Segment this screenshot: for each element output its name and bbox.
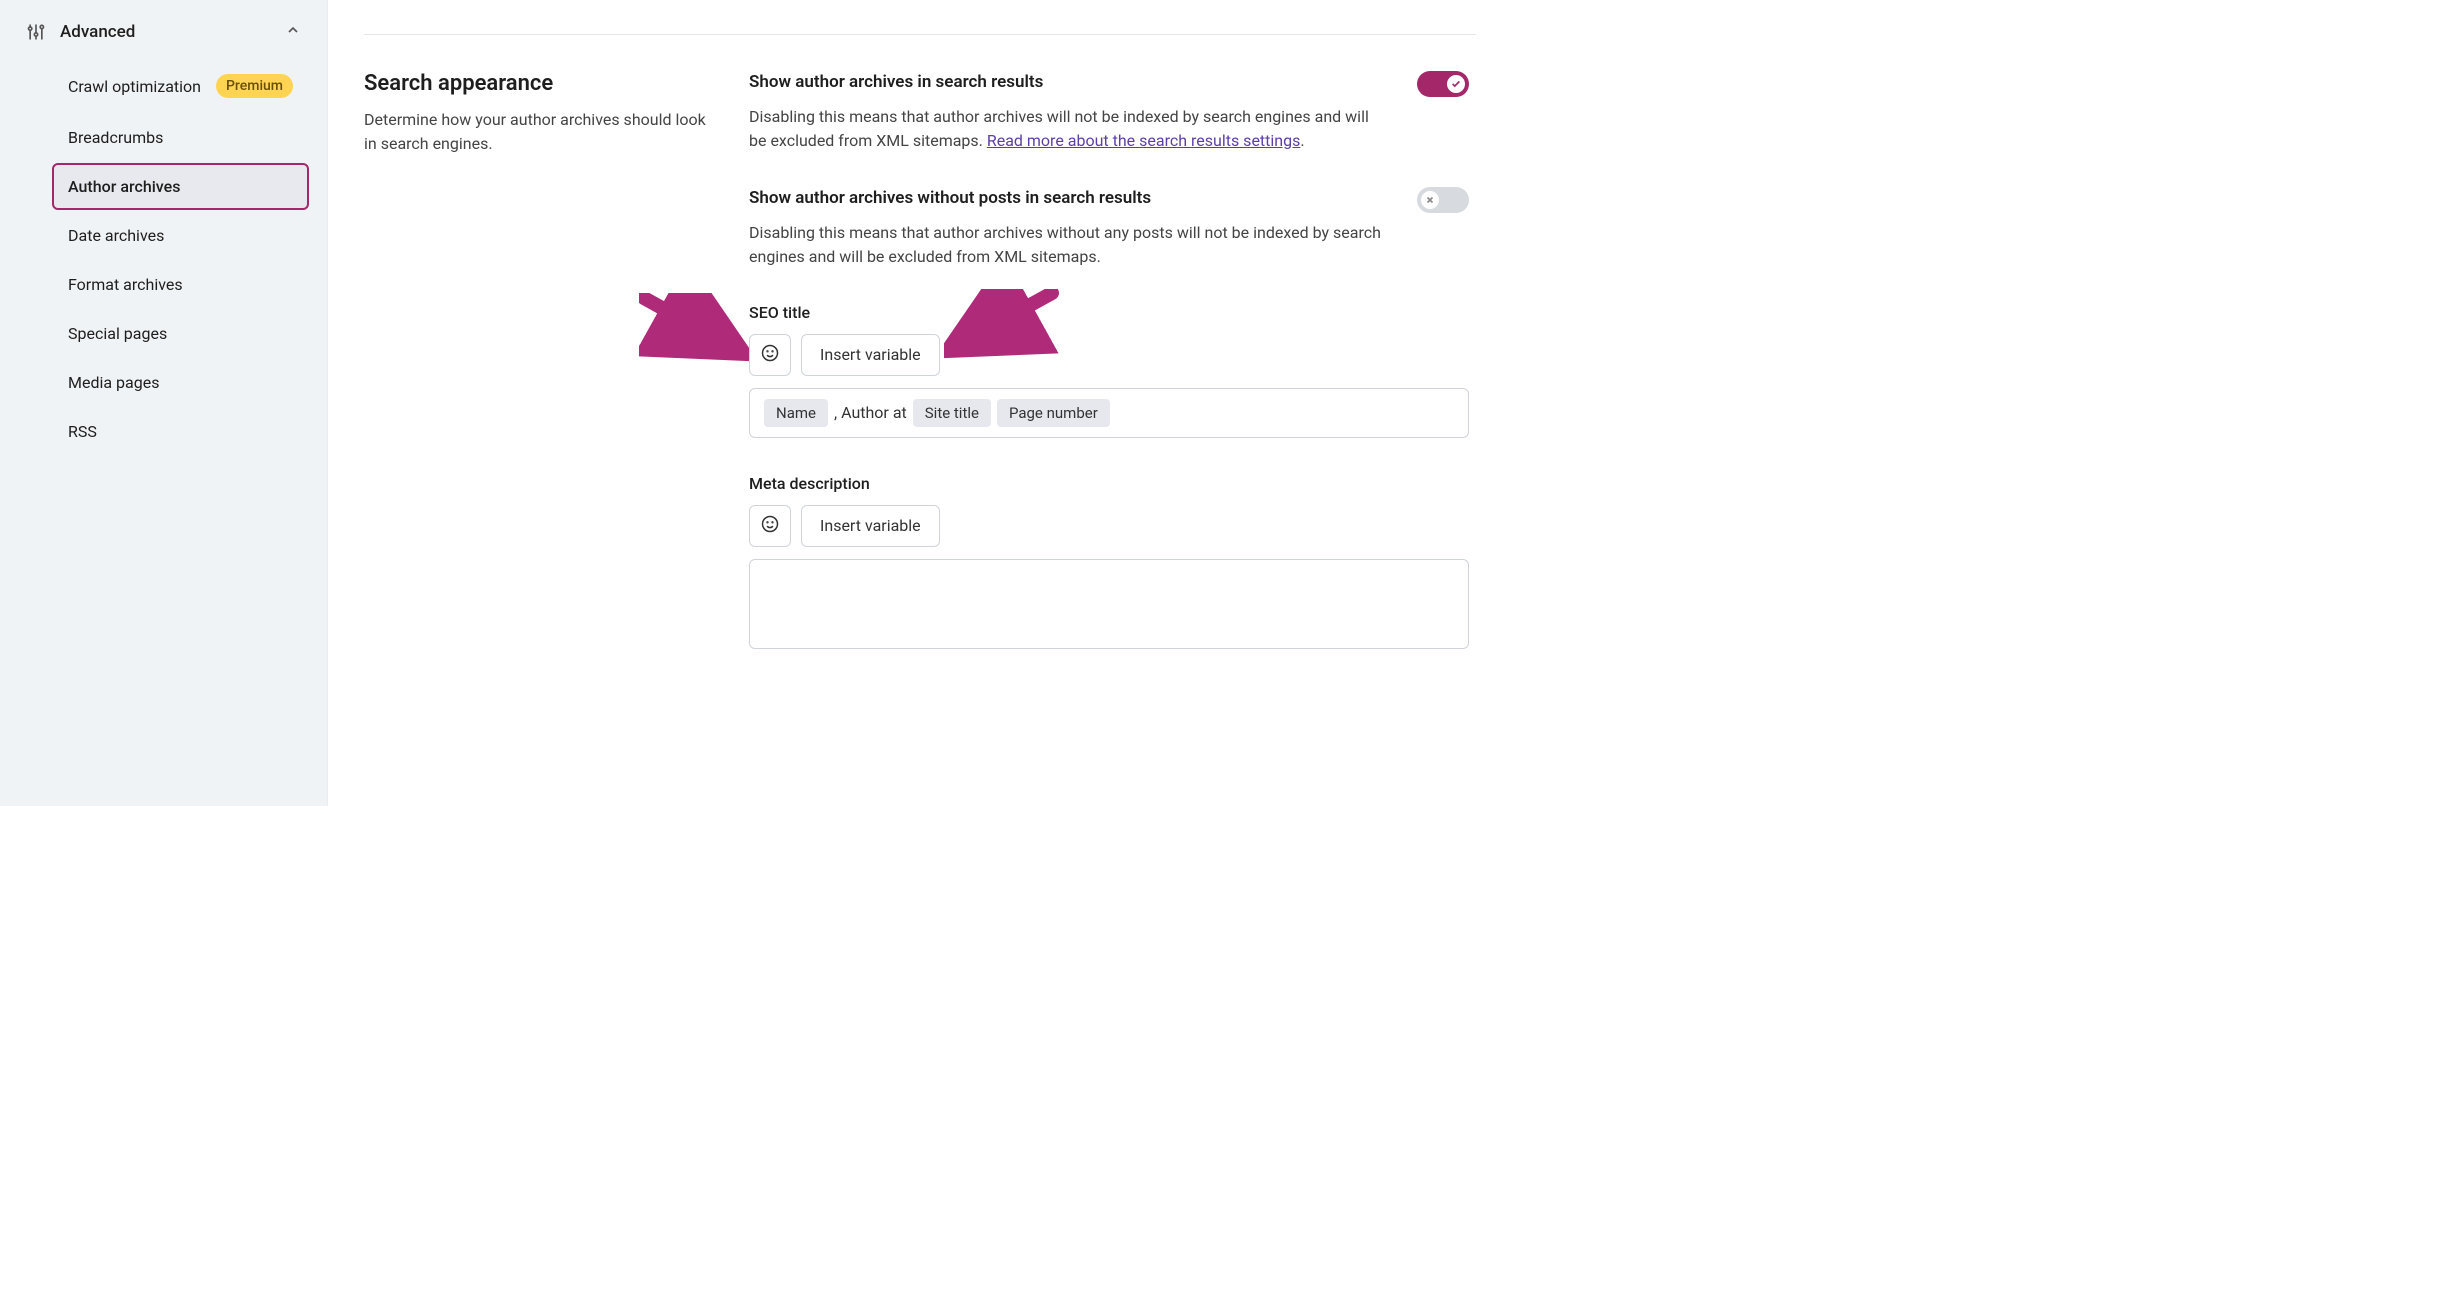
sidebar-item-label: Crawl optimization [68,77,201,96]
sidebar-subitems: Crawl optimization Premium Breadcrumbs A… [18,60,309,455]
smiley-icon [760,343,780,367]
sidebar-section-label: Advanced [60,22,285,42]
variable-chip-name[interactable]: Name [764,399,828,427]
divider [364,34,1476,35]
read-more-link[interactable]: Read more about the search results setti… [987,131,1301,150]
sidebar-item-date-archives[interactable]: Date archives [52,212,309,259]
toggle-knob [1421,191,1439,209]
seo-title-block: SEO title Insert variable Name , Author … [749,303,1469,438]
setting-show-in-search: Show author archives in search results D… [749,71,1469,153]
meta-description-label: Meta description [749,474,1469,493]
sidebar-item-breadcrumbs[interactable]: Breadcrumbs [52,114,309,161]
setting-title: Show author archives in search results [749,71,1387,95]
sidebar-item-label: Special pages [68,324,167,343]
setting-show-without-posts: Show author archives without posts in se… [749,187,1469,269]
sidebar-section-advanced[interactable]: Advanced [18,12,309,52]
setting-desc: Disabling this means that author archive… [749,105,1387,153]
setting-title: Show author archives without posts in se… [749,187,1387,211]
variable-chip-site-title[interactable]: Site title [913,399,991,427]
emoji-button[interactable] [749,334,791,376]
sidebar-item-label: RSS [68,422,97,441]
insert-variable-button[interactable]: Insert variable [801,505,940,547]
sidebar-item-special-pages[interactable]: Special pages [52,310,309,357]
emoji-button[interactable] [749,505,791,547]
seo-title-label: SEO title [749,303,1469,322]
sliders-icon [26,22,60,42]
sidebar-item-crawl-optimization[interactable]: Crawl optimization Premium [52,60,309,112]
seo-title-input[interactable]: Name , Author at Site title Page number [749,388,1469,438]
seo-title-text: , Author at [834,403,907,422]
sidebar-item-label: Breadcrumbs [68,128,163,147]
section-intro: Search appearance Determine how your aut… [364,71,709,685]
sidebar-item-rss[interactable]: RSS [52,408,309,455]
sidebar-item-label: Date archives [68,226,164,245]
toggle-show-in-search[interactable] [1417,71,1469,97]
toggle-show-without-posts[interactable] [1417,187,1469,213]
toggle-knob [1447,75,1465,93]
meta-description-input[interactable] [749,559,1469,649]
sidebar-item-label: Format archives [68,275,183,294]
page-subheading: Determine how your author archives shoul… [364,108,709,156]
chevron-up-icon [285,22,301,42]
sidebar-item-author-archives[interactable]: Author archives [52,163,309,210]
setting-desc-post: . [1300,131,1304,150]
setting-desc: Disabling this means that author archive… [749,221,1387,269]
sidebar: Advanced Crawl optimization Premium Brea… [0,0,328,806]
sidebar-item-label: Author archives [68,177,180,196]
sidebar-item-format-archives[interactable]: Format archives [52,261,309,308]
insert-variable-button[interactable]: Insert variable [801,334,940,376]
sidebar-item-media-pages[interactable]: Media pages [52,359,309,406]
variable-chip-page-number[interactable]: Page number [997,399,1110,427]
main-content: Search appearance Determine how your aut… [328,0,1512,806]
sidebar-item-label: Media pages [68,373,159,392]
meta-description-block: Meta description Insert variable [749,474,1469,649]
smiley-icon [760,514,780,538]
page-heading: Search appearance [364,71,709,96]
premium-badge: Premium [216,74,293,98]
